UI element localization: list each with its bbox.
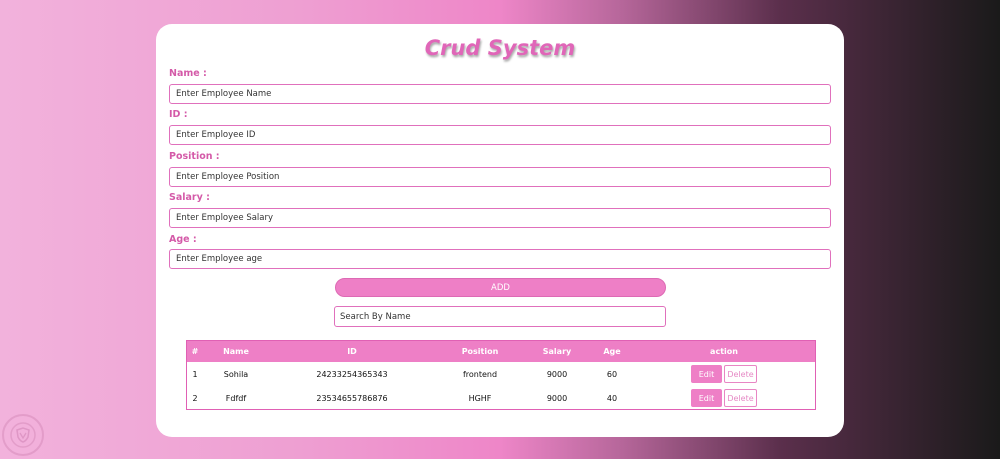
age-input[interactable]: Enter Employee age [169,249,831,269]
row-position: HGHF [468,394,492,403]
header-position: Position [461,347,499,356]
row-id: 23534655786876 [316,394,388,403]
id-input[interactable]: Enter Employee ID [169,125,831,145]
delete-button[interactable]: Delete [724,365,757,383]
shield-logo-icon [2,414,44,456]
header-id: ID [347,347,357,356]
position-label: Position : [169,151,220,162]
edit-button[interactable]: Edit [691,389,722,407]
salary-input[interactable]: Enter Employee Salary [169,208,831,228]
header-salary: Salary [542,347,572,356]
header-num: # [191,347,199,356]
row-salary: 9000 [546,394,568,403]
crud-card: Crud System Name : Enter Employee Name I… [156,24,844,437]
table-header: # Name ID Position Salary Age action [187,341,815,362]
search-input[interactable]: Search By Name [334,306,666,327]
position-input[interactable]: Enter Employee Position [169,167,831,187]
row-num: 1 [192,370,198,379]
row-age: 60 [606,370,618,379]
header-age: Age [603,347,621,356]
row-name: Fdfdf [225,394,247,403]
id-label: ID : [169,109,188,120]
add-button[interactable]: ADD [335,278,666,297]
employee-table: # Name ID Position Salary Age action 1 S… [186,340,816,410]
header-action: action [710,347,738,356]
row-salary: 9000 [546,370,568,379]
salary-label: Salary : [169,192,210,203]
row-position: frontend [462,370,498,379]
name-input[interactable]: Enter Employee Name [169,84,831,104]
delete-button[interactable]: Delete [724,389,757,407]
page-title: Crud System [424,36,576,60]
row-num: 2 [192,394,198,403]
name-label: Name : [169,68,207,79]
header-name: Name [223,347,249,356]
row-name: Sohila [223,370,249,379]
row-id: 24233254365343 [316,370,388,379]
age-label: Age : [169,234,197,245]
row-age: 40 [606,394,618,403]
edit-button[interactable]: Edit [691,365,722,383]
